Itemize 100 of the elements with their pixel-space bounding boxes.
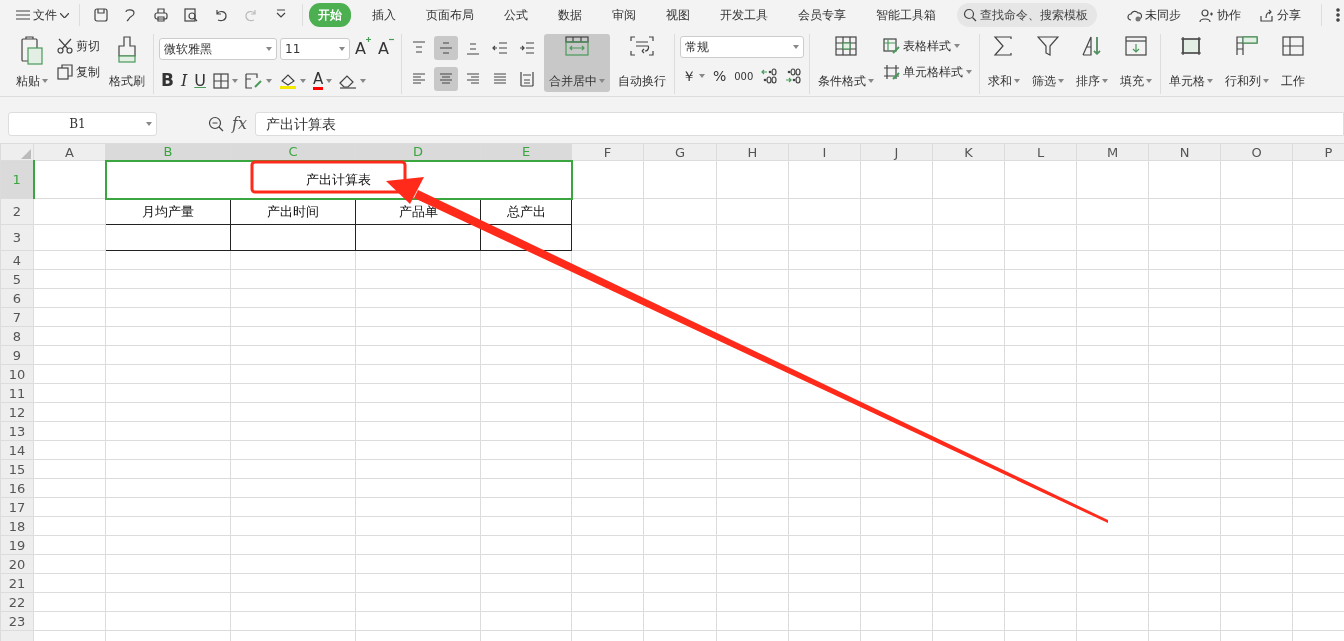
align-left-icon <box>410 70 427 87</box>
caret-icon <box>867 79 874 83</box>
caret-icon <box>1057 79 1064 83</box>
font-family-dropdown[interactable]: 微软雅黑 <box>159 38 277 60</box>
ribbon-tab[interactable]: 数据 <box>549 3 591 27</box>
paste-button[interactable]: 粘贴 <box>13 34 51 92</box>
ribbon-tab[interactable]: 公式 <box>495 3 537 27</box>
wrap-text-button[interactable]: 自动换行 <box>614 34 669 92</box>
minus-icon <box>388 37 394 42</box>
font-color-button[interactable]: A <box>311 69 335 93</box>
table-cell: 月均产量 <box>105 198 231 225</box>
italic-button[interactable]: I <box>178 69 190 93</box>
decrease-decimal-icon <box>785 67 802 85</box>
column-header[interactable]: H <box>716 143 789 161</box>
column-header[interactable]: K <box>932 143 1005 161</box>
conditional-format-button[interactable]: 条件格式 <box>814 34 877 92</box>
sum-button[interactable]: 求和 <box>984 34 1023 92</box>
ribbon-tab[interactable]: 审阅 <box>603 3 645 27</box>
table-style-button[interactable]: 表格样式 <box>880 34 974 58</box>
font-size-value: 11 <box>285 41 301 58</box>
ribbon-tab[interactable]: 开发工具 <box>711 3 777 27</box>
preview-icon <box>184 8 198 22</box>
wrap-icon <box>629 36 654 56</box>
column-header[interactable]: N <box>1148 143 1221 161</box>
number-format-dropdown[interactable]: 常规 <box>679 36 804 58</box>
cell-button[interactable]: 单元格 <box>1165 34 1216 92</box>
undo-icon <box>214 8 228 22</box>
column-header[interactable]: M <box>1076 143 1149 161</box>
formula-field[interactable]: 产出计算表 <box>254 112 1344 136</box>
eraser-icon <box>339 73 358 89</box>
search-field[interactable]: 查找命令、搜索模板 <box>957 3 1097 27</box>
chevron-down-icon <box>60 12 69 18</box>
align-center-button[interactable] <box>433 66 458 91</box>
format-painter-button[interactable]: 格式刷 <box>106 34 148 92</box>
caret-icon <box>792 45 799 49</box>
ribbon-tab[interactable]: 会员专享 <box>789 3 855 27</box>
ribbon-tab[interactable]: 视图 <box>657 3 699 27</box>
column-header[interactable]: L <box>1004 143 1077 161</box>
align-bottom-icon <box>464 40 481 56</box>
copy-icon <box>57 64 73 80</box>
merge-center-button[interactable]: 合并居中 <box>543 34 610 92</box>
bold-button[interactable]: B <box>159 69 176 93</box>
cut-button[interactable]: 剪切 <box>55 34 102 58</box>
grow-font-button[interactable]: A <box>353 37 373 61</box>
caret-icon <box>1262 79 1269 83</box>
table-cell: 产出时间 <box>230 198 356 225</box>
clipboard-icon <box>20 36 44 66</box>
row-header[interactable]: 3 <box>0 224 34 251</box>
cell-style-icon <box>882 64 900 80</box>
caret-icon <box>1013 79 1020 83</box>
title-cell: 产出计算表 <box>105 160 572 199</box>
thousands-button[interactable]: 000 <box>732 64 756 88</box>
column-header[interactable]: F <box>571 143 644 161</box>
row-header[interactable]: 2 <box>0 198 34 225</box>
caret-icon <box>300 79 306 83</box>
toolbar-button[interactable]: 未同步 <box>1123 6 1185 24</box>
filter-button[interactable]: 筛选 <box>1028 34 1067 92</box>
rowcol-icon <box>1235 36 1258 56</box>
align-indent-more-icon <box>518 40 535 56</box>
align-justify-icon <box>491 70 508 87</box>
ribbon-tab[interactable]: 智能工具箱 <box>867 3 945 27</box>
align-middle-icon <box>437 40 454 56</box>
function-button[interactable]: fx <box>232 112 247 136</box>
caret-icon <box>1145 79 1152 83</box>
caret-icon <box>146 122 152 126</box>
print-icon <box>154 8 168 22</box>
caret-icon <box>698 74 705 78</box>
font-size-dropdown[interactable]: 11 <box>280 38 350 60</box>
rowcol-button[interactable]: 行和列 <box>1221 34 1272 92</box>
column-header[interactable]: P <box>1292 143 1344 161</box>
align-indent-less-icon <box>491 40 508 56</box>
ribbon-tab[interactable]: 页面布局 <box>417 3 483 27</box>
percent-button[interactable]: % <box>710 64 729 88</box>
sheet-button[interactable]: 工作 <box>1277 34 1308 92</box>
caret-icon <box>42 79 48 83</box>
cell-style-button[interactable]: 单元格样式 <box>880 60 974 84</box>
toolbar-button[interactable]: 协作 <box>1195 6 1245 24</box>
align-middle-button[interactable] <box>433 36 458 60</box>
ribbon-tab[interactable]: 插入 <box>363 3 405 27</box>
copy-button[interactable]: 复制 <box>55 60 102 84</box>
underline-button[interactable]: U <box>192 69 208 93</box>
name-box[interactable]: B1 <box>8 112 157 136</box>
font-name: 微软雅黑 <box>164 41 212 58</box>
caret-icon <box>1206 79 1213 83</box>
column-header[interactable]: J <box>860 143 933 161</box>
caret-icon <box>266 79 272 83</box>
caret-icon <box>232 79 238 83</box>
fill-button[interactable]: 填充 <box>1116 34 1155 92</box>
sum-icon <box>992 36 1015 56</box>
column-header[interactable]: G <box>643 143 717 161</box>
plus-icon <box>365 37 371 42</box>
column-header[interactable]: I <box>788 143 861 161</box>
currency-button[interactable]: ￥ <box>679 64 707 88</box>
column-header[interactable]: A <box>33 143 106 161</box>
toolbar-button[interactable]: 分享 <box>1255 6 1305 24</box>
merge-icon <box>564 36 589 56</box>
sort-button[interactable]: 排序 <box>1072 34 1111 92</box>
file-menu[interactable]: 文件 <box>12 6 73 24</box>
shrink-font-button[interactable]: A <box>375 37 396 61</box>
column-header[interactable]: O <box>1220 143 1293 161</box>
